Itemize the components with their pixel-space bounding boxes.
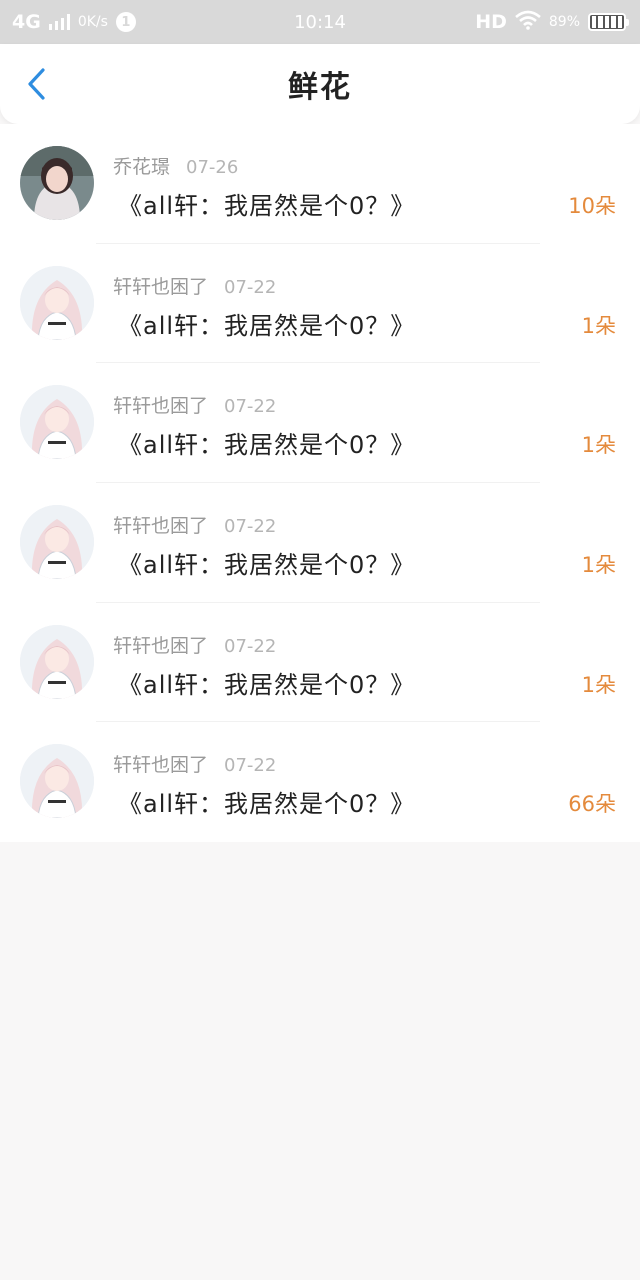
date: 07-22 [224,516,277,538]
username[interactable]: 轩轩也困了 [113,631,208,658]
flower-count: 1朵 [581,672,616,697]
avatar[interactable] [20,146,94,220]
flower-count: 1朵 [581,313,616,338]
list-item[interactable]: 乔花璟 07-26 《all轩：我居然是个0？》 10朵 [0,124,640,244]
network-speed: 0K/s [77,14,108,30]
battery-icon [588,13,629,31]
status-bar: 4G 0K/s 1 10:14 HD 89% [0,0,640,44]
date: 07-22 [224,755,277,777]
avatar[interactable] [20,744,94,819]
hd-indicator: HD [475,11,507,33]
date: 07-22 [224,635,277,657]
username[interactable]: 轩轩也困了 [113,272,208,299]
date: 07-22 [224,276,277,298]
message-text: 《all轩：我居然是个0？》 [118,670,416,699]
flower-count: 1朵 [581,433,616,458]
anime-avatar-icon [20,385,94,460]
username[interactable]: 轩轩也困了 [113,391,208,418]
message-text: 《all轩：我居然是个0？》 [118,311,416,340]
message-text: 《all轩：我居然是个0？》 [118,192,416,220]
back-button[interactable] [18,66,54,102]
list-item[interactable]: 轩轩也困了 07-22 《all轩：我居然是个0？》 1朵 [0,363,640,484]
flower-count: 1朵 [581,553,616,578]
photo-avatar-icon [20,146,94,220]
message-text: 《all轩：我居然是个0？》 [118,431,416,460]
message-text: 《all轩：我居然是个0？》 [118,790,416,819]
avatar[interactable] [20,624,94,699]
list-item[interactable]: 轩轩也困了 07-22 《all轩：我居然是个0？》 66朵 [0,722,640,842]
anime-avatar-icon [20,744,94,819]
flower-count: 66朵 [568,792,616,817]
list-item[interactable]: 轩轩也困了 07-22 《all轩：我居然是个0？》 1朵 [0,603,640,723]
avatar[interactable] [20,505,94,580]
notification-badge: 1 [115,12,136,32]
battery-percentage: 89% [548,14,580,30]
header-bar: 鲜花 [0,44,640,124]
username[interactable]: 轩轩也困了 [113,750,208,777]
chevron-left-icon [28,68,45,100]
flower-list: 乔花璟 07-26 《all轩：我居然是个0？》 10朵 轩轩也困了 07-22… [0,124,640,842]
username[interactable]: 乔花璟 [113,152,170,179]
list-item[interactable]: 轩轩也困了 07-22 《all轩：我居然是个0？》 1朵 [0,244,640,364]
list-item[interactable]: 轩轩也困了 07-22 《all轩：我居然是个0？》 1朵 [0,483,640,603]
flower-count: 10朵 [568,194,616,218]
anime-avatar-icon [20,265,94,340]
network-type: 4G [12,11,41,33]
date: 07-22 [224,396,277,418]
page-title: 鲜花 [288,70,352,105]
date: 07-26 [186,157,239,178]
wifi-icon [515,10,541,35]
avatar[interactable] [20,265,94,340]
anime-avatar-icon [20,624,94,699]
avatar[interactable] [20,385,94,460]
username[interactable]: 轩轩也困了 [113,511,208,538]
anime-avatar-icon [20,505,94,580]
message-text: 《all轩：我居然是个0？》 [118,551,416,580]
signal-icon [48,14,70,30]
